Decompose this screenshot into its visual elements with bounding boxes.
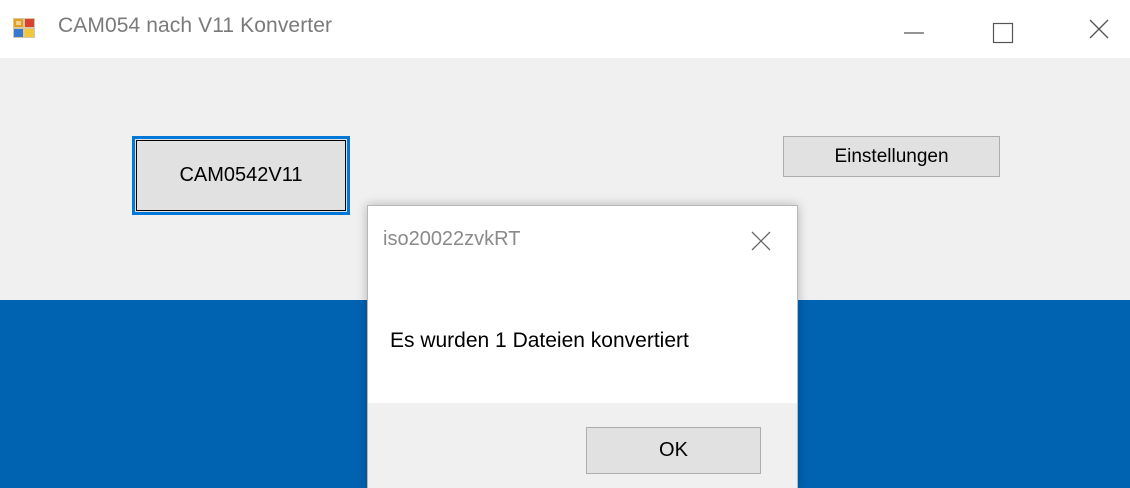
minimize-button[interactable] [884, 0, 944, 58]
settings-button[interactable]: Einstellungen [783, 136, 1000, 177]
maximize-icon [992, 22, 1014, 44]
window-title: CAM054 nach V11 Konverter [58, 14, 333, 37]
maximize-button[interactable] [974, 0, 1034, 58]
close-button[interactable] [1070, 0, 1130, 58]
message-dialog: iso20022zvkRT Es wurden 1 Dateien konver… [367, 205, 798, 488]
app-form-icon[interactable] [13, 18, 35, 38]
minimize-icon [904, 32, 924, 34]
dialog-button-bar: OK [368, 403, 797, 488]
dialog-close-button[interactable] [740, 221, 786, 261]
convert-button[interactable]: CAM0542V11 [132, 136, 350, 215]
ok-button[interactable]: OK [586, 427, 761, 474]
window-titlebar: CAM054 nach V11 Konverter [0, 0, 1130, 58]
dialog-message: Es wurden 1 Dateien konvertiert [390, 329, 689, 352]
dialog-title: iso20022zvkRT [383, 228, 521, 250]
close-icon [1089, 19, 1109, 39]
close-icon [751, 231, 771, 251]
